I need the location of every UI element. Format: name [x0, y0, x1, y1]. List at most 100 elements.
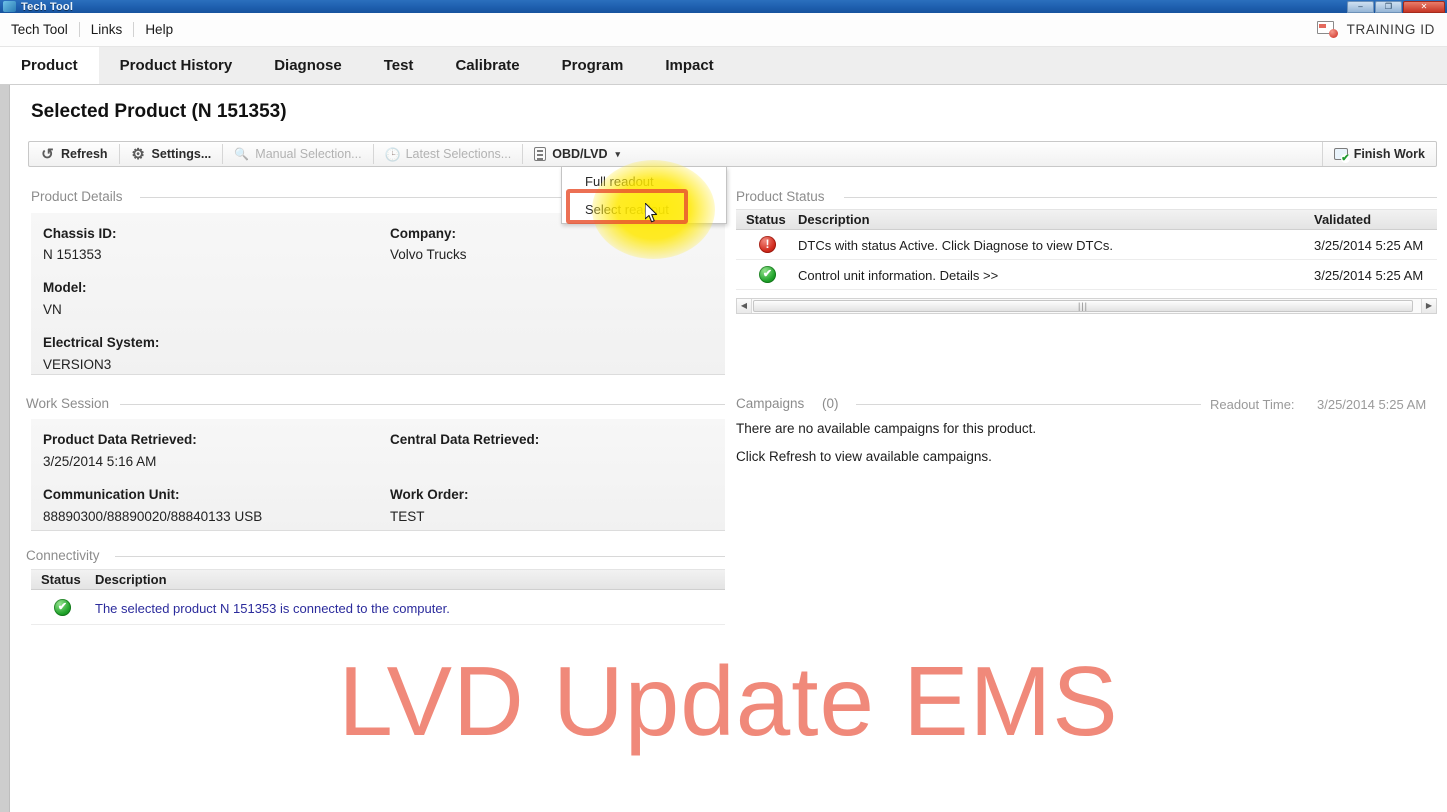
- latest-selections-label: Latest Selections...: [405, 147, 512, 161]
- settings-button-label: Settings...: [151, 147, 212, 161]
- success-icon: [759, 266, 776, 283]
- page-content: Selected Product (N 151353) Refresh Sett…: [10, 85, 1447, 812]
- scroll-right-arrow-icon[interactable]: ▶: [1421, 299, 1436, 313]
- gear-icon: [131, 147, 146, 162]
- product-data-retrieved-value: 3/25/2014 5:16 AM: [43, 454, 157, 469]
- main-tab-bar: Product Product History Diagnose Test Ca…: [0, 47, 1447, 85]
- product-details-section-label: Product Details: [31, 189, 123, 204]
- success-icon: [54, 599, 71, 616]
- window-titlebar: Tech Tool – ❐ ✕: [0, 0, 1447, 13]
- product-status-row-description: Control unit information. Details >>: [798, 268, 999, 283]
- chassis-id-value: N 151353: [43, 247, 102, 262]
- obd-lvd-label: OBD/LVD: [552, 147, 608, 161]
- company-value: Volvo Trucks: [390, 247, 467, 262]
- error-icon: [759, 236, 776, 253]
- connectivity-row-description: The selected product N 151353 is connect…: [95, 601, 450, 616]
- work-session-section-label: Work Session: [26, 396, 110, 411]
- close-button[interactable]: ✕: [1403, 0, 1445, 13]
- tab-test[interactable]: Test: [363, 47, 435, 84]
- training-monitor-icon: [1316, 21, 1338, 38]
- section-rule: [844, 197, 1437, 198]
- tab-impact[interactable]: Impact: [644, 47, 734, 84]
- readout-time-label: Readout Time:: [1210, 397, 1295, 412]
- central-data-retrieved-label: Central Data Retrieved:: [390, 432, 540, 447]
- campaigns-message-line-2: Click Refresh to view available campaign…: [736, 449, 992, 464]
- company-label: Company:: [390, 226, 457, 241]
- readout-time-value: 3/25/2014 5:25 AM: [1317, 397, 1427, 412]
- minimize-button[interactable]: –: [1347, 0, 1374, 13]
- refresh-icon: [40, 147, 55, 162]
- menu-item-links[interactable]: Links: [80, 19, 134, 40]
- maximize-button[interactable]: ❐: [1375, 0, 1402, 13]
- section-rule: [856, 404, 1201, 405]
- electrical-system-value: VERSION3: [43, 357, 112, 372]
- training-id-indicator[interactable]: TRAINING ID: [1316, 21, 1435, 38]
- tab-program[interactable]: Program: [541, 47, 645, 84]
- manual-selection-button[interactable]: Manual Selection...: [223, 142, 372, 166]
- obd-module-icon: [534, 147, 547, 161]
- work-order-label: Work Order:: [390, 487, 469, 502]
- campaigns-message-line-1: There are no available campaigns for thi…: [736, 421, 1037, 436]
- manual-selection-label: Manual Selection...: [255, 147, 362, 161]
- scroll-left-arrow-icon[interactable]: ◀: [737, 299, 752, 313]
- menu-item-tech-tool[interactable]: Tech Tool: [0, 19, 79, 40]
- product-status-horizontal-scrollbar[interactable]: ◀ ||| ▶: [736, 298, 1437, 314]
- chevron-down-icon: ▾: [615, 148, 621, 159]
- latest-selections-button[interactable]: Latest Selections...: [374, 142, 523, 166]
- work-session-panel: Product Data Retrieved: 3/25/2014 5:16 A…: [31, 419, 725, 531]
- product-status-col-status: Status: [746, 212, 786, 227]
- product-status-col-validated: Validated: [1314, 212, 1372, 227]
- tab-product[interactable]: Product: [0, 47, 99, 84]
- campaigns-section-label: Campaigns: [736, 396, 805, 411]
- watermark-text: LVD Update EMS: [338, 646, 1119, 756]
- communication-unit-value: 88890300/88890020/88840133 USB: [43, 509, 263, 524]
- product-status-row-validated: 3/25/2014 5:25 AM: [1314, 268, 1424, 283]
- scrollbar-thumb[interactable]: |||: [753, 300, 1413, 312]
- search-icon: [234, 147, 249, 162]
- menu-bar: Tech Tool Links Help TRAINING ID: [0, 13, 1447, 47]
- scrollbar-grip-icon: |||: [1077, 301, 1088, 311]
- refresh-button[interactable]: Refresh: [29, 142, 119, 166]
- clock-icon: [385, 147, 400, 162]
- finish-work-label: Finish Work: [1353, 147, 1425, 161]
- product-status-table-row[interactable]: DTCs with status Active. Click Diagnose …: [736, 230, 1437, 260]
- dropdown-item-select-readout[interactable]: Select readout: [562, 195, 726, 223]
- communication-unit-label: Communication Unit:: [43, 487, 180, 502]
- electrical-system-label: Electrical System:: [43, 335, 160, 350]
- connectivity-col-status: Status: [41, 572, 81, 587]
- menu-item-help[interactable]: Help: [134, 19, 184, 40]
- model-value: VN: [43, 302, 62, 317]
- tab-calibrate[interactable]: Calibrate: [434, 47, 540, 84]
- obd-lvd-dropdown-button[interactable]: OBD/LVD ▾: [523, 142, 631, 166]
- product-status-table-row[interactable]: Control unit information. Details >> 3/2…: [736, 260, 1437, 290]
- command-toolbar: Refresh Settings... Manual Selection... …: [28, 141, 1437, 167]
- refresh-button-label: Refresh: [61, 147, 108, 161]
- product-data-retrieved-label: Product Data Retrieved:: [43, 432, 197, 447]
- product-status-grid-header: Status Description Validated: [736, 209, 1437, 230]
- tab-diagnose[interactable]: Diagnose: [253, 47, 363, 84]
- page-title: Selected Product (N 151353): [31, 101, 287, 122]
- tab-product-history[interactable]: Product History: [99, 47, 254, 84]
- work-order-value: TEST: [390, 509, 425, 524]
- window-controls: – ❐ ✕: [1346, 0, 1445, 13]
- app-logo-icon: [3, 1, 16, 12]
- section-rule: [115, 556, 725, 557]
- product-status-col-description: Description: [798, 212, 870, 227]
- dropdown-item-full-readout[interactable]: Full readout: [562, 167, 726, 195]
- section-rule: [120, 404, 725, 405]
- app-window: Tech Tool – ❐ ✕ Tech Tool Links Help TRA…: [0, 0, 1447, 812]
- connectivity-table-row[interactable]: The selected product N 151353 is connect…: [31, 590, 725, 625]
- product-details-panel: Chassis ID: N 151353 Company: Volvo Truc…: [31, 213, 725, 375]
- connectivity-grid-header: Status Description: [31, 569, 725, 590]
- product-status-row-validated: 3/25/2014 5:25 AM: [1314, 238, 1424, 253]
- obd-lvd-dropdown-menu: Full readout Select readout: [561, 167, 727, 224]
- window-title: Tech Tool: [21, 0, 74, 13]
- settings-button[interactable]: Settings...: [120, 142, 223, 166]
- connectivity-col-description: Description: [95, 572, 167, 587]
- finish-work-button[interactable]: Finish Work: [1321, 142, 1436, 166]
- product-status-row-description: DTCs with status Active. Click Diagnose …: [798, 238, 1113, 253]
- connectivity-section-label: Connectivity: [26, 548, 100, 563]
- finish-work-icon: [1333, 148, 1350, 163]
- left-rail: [0, 85, 10, 812]
- scrollbar-track[interactable]: |||: [752, 299, 1421, 313]
